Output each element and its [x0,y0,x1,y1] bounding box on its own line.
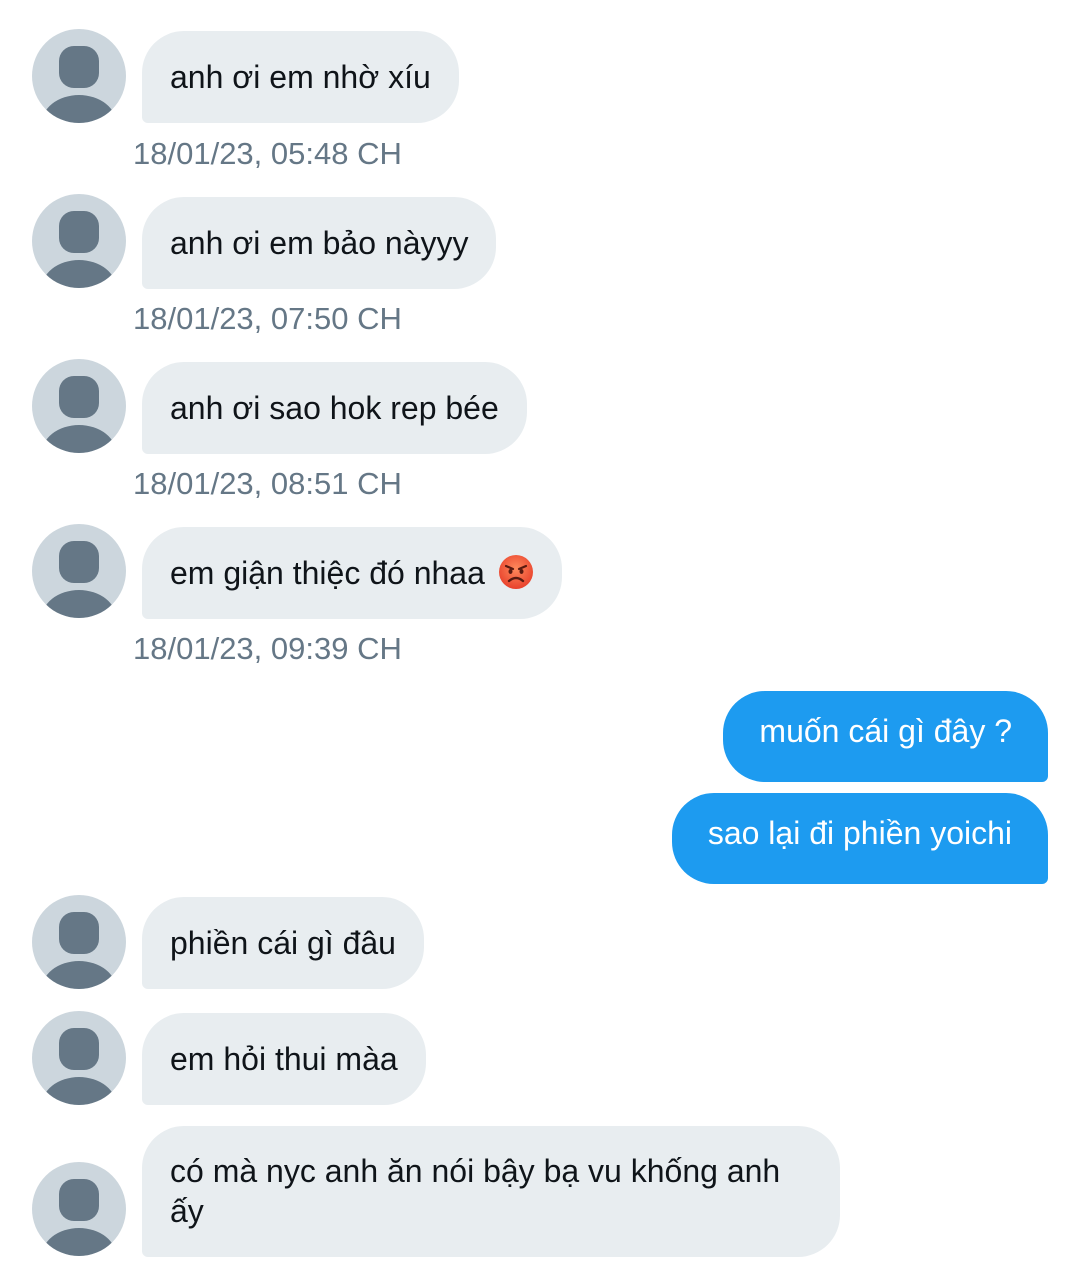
message-bubble-incoming[interactable]: có mà nyc anh ăn nói bậy bạ vu khống anh… [142,1126,840,1257]
message-text: em giận thiệc đó nhaa [170,555,485,591]
message-timestamp: 18/01/23, 07:50 CH [133,301,402,336]
avatar[interactable] [32,29,126,123]
angry-face-emoji-icon [498,554,534,590]
default-avatar-icon [41,46,117,123]
message-text: sao lại đi phiền yoichi [707,815,1012,851]
message-text: anh ơi sao hok rep bée [170,390,499,426]
default-avatar-icon [41,912,117,989]
default-avatar-icon [41,211,117,288]
default-avatar-icon [41,541,117,618]
message-bubble-incoming[interactable]: anh ơi sao hok rep bée [142,362,527,454]
message-bubble-incoming[interactable]: anh ơi em bảo nàyyy [142,197,497,289]
message-text: có mà nyc anh ăn nói bậy bạ vu khống anh… [170,1153,781,1229]
message-text: anh ơi em bảo nàyyy [170,225,469,261]
default-avatar-icon [41,1028,117,1105]
message-bubble-incoming[interactable]: em hỏi thui màa [142,1013,426,1105]
default-avatar-icon [41,1179,117,1256]
avatar[interactable] [32,1162,126,1256]
message-timestamp: 18/01/23, 05:48 CH [133,136,402,171]
message-text: anh ơi em nhờ xíu [170,59,431,95]
avatar[interactable] [32,359,126,453]
message-timestamp: 18/01/23, 09:39 CH [133,631,402,666]
avatar[interactable] [32,194,126,288]
avatar[interactable] [32,1011,126,1105]
avatar[interactable] [32,524,126,618]
message-bubble-outgoing[interactable]: muốn cái gì đây ? [723,691,1048,782]
avatar[interactable] [32,895,126,989]
message-timestamp: 18/01/23, 08:51 CH [133,466,402,501]
message-bubble-incoming[interactable]: em giận thiệc đó nhaa [142,527,562,619]
message-bubble-incoming[interactable]: anh ơi em nhờ xíu [142,31,459,123]
message-text: muốn cái gì đây ? [759,713,1012,749]
message-bubble-incoming[interactable]: phiền cái gì đâu [142,897,424,989]
message-bubble-outgoing[interactable]: sao lại đi phiền yoichi [671,793,1048,884]
default-avatar-icon [41,376,117,453]
message-text: em hỏi thui màa [170,1041,398,1077]
message-text: phiền cái gì đâu [170,925,396,961]
